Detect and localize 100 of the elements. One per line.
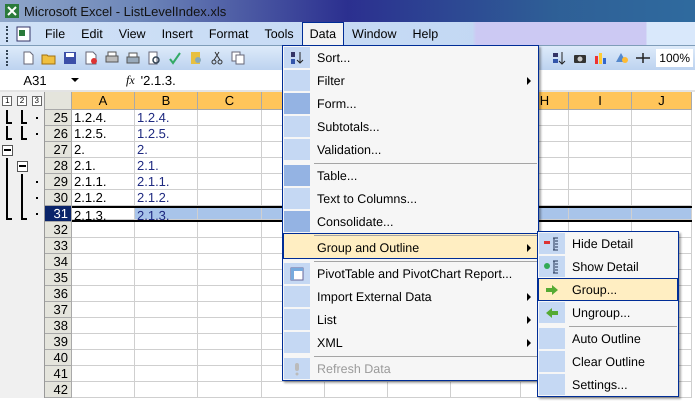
table-cell <box>72 350 135 366</box>
right-arrow-icon <box>546 284 558 294</box>
row-header[interactable]: 39 <box>45 334 72 350</box>
name-box[interactable]: A31 <box>0 72 70 88</box>
table-cell <box>569 174 632 190</box>
save-icon[interactable] <box>62 50 78 66</box>
menu-item[interactable]: XML <box>283 331 538 354</box>
row-header[interactable]: 30 <box>45 190 72 206</box>
table-cell: 2.1. <box>72 158 135 174</box>
column-header[interactable]: C <box>198 92 262 110</box>
menu-item[interactable]: Group and Outline <box>283 233 538 259</box>
function-button[interactable]: fx <box>126 72 135 88</box>
check-icon[interactable] <box>167 50 183 66</box>
row-header[interactable]: 38 <box>45 318 72 334</box>
table-cell: 2.1.2. <box>135 190 198 206</box>
row-header[interactable]: 42 <box>45 382 72 398</box>
table-cell: 1.2.5. <box>135 126 198 142</box>
outline-bracket-end <box>6 122 12 124</box>
table-cell <box>72 318 135 334</box>
table-cell <box>569 126 632 142</box>
detail-row-marker <box>36 117 38 119</box>
menu-item[interactable]: Tools <box>256 22 302 45</box>
borders-icon[interactable] <box>635 50 652 66</box>
table-cell <box>135 366 198 382</box>
row-header[interactable]: 37 <box>45 302 72 318</box>
outline-bracket-end <box>20 138 27 140</box>
outline-level-button[interactable]: 1 <box>2 96 12 106</box>
row-header[interactable]: 26 <box>45 126 72 142</box>
table-cell <box>632 126 692 142</box>
row-header[interactable]: 41 <box>45 366 72 382</box>
print-preview-icon[interactable] <box>146 50 162 66</box>
row-header[interactable]: 36 <box>45 286 72 302</box>
row-header[interactable]: 25 <box>45 110 72 126</box>
cut-icon[interactable] <box>209 50 225 66</box>
menu-item[interactable]: Help <box>404 22 446 45</box>
menu-item[interactable]: Format <box>200 22 256 45</box>
column-header[interactable]: A <box>72 92 135 110</box>
menu-item[interactable]: Import External Data <box>283 285 538 308</box>
outline-level-button[interactable]: 3 <box>32 96 42 106</box>
row-header[interactable]: 31 <box>45 206 72 222</box>
column-header[interactable]: I <box>569 92 632 110</box>
row-header[interactable]: 40 <box>45 350 72 366</box>
row-header[interactable]: 32 <box>45 222 72 238</box>
outline-bracket <box>20 110 23 123</box>
outline-level-button[interactable]: 2 <box>17 96 27 106</box>
minus-icon <box>4 149 11 151</box>
table-cell: 2.1.3. <box>72 208 135 220</box>
table-cell <box>569 208 632 220</box>
submenu-arrow-icon <box>527 76 531 84</box>
document-icon[interactable] <box>83 50 99 66</box>
row-header[interactable]: 28 <box>45 158 72 174</box>
copy-icon[interactable] <box>230 50 246 66</box>
detail-row-marker <box>36 197 38 199</box>
menu-item[interactable]: Group... <box>538 278 678 301</box>
menu-item[interactable]: Show Detail <box>538 255 678 278</box>
row-header[interactable]: 35 <box>45 270 72 286</box>
exclamation-icon <box>294 362 300 376</box>
menu-item[interactable]: Clear Outline <box>538 350 678 373</box>
submenu-arrow-icon <box>527 292 531 300</box>
menu-item[interactable]: Hide Detail <box>538 232 678 255</box>
table-cell <box>135 286 198 302</box>
row-header[interactable]: 27 <box>45 142 72 158</box>
row-header[interactable]: 34 <box>45 254 72 270</box>
menu-item[interactable]: Subtotals... <box>283 115 538 138</box>
menu-item[interactable]: Table... <box>283 161 538 187</box>
menu-item[interactable]: Auto Outline <box>538 324 678 350</box>
dropdown-arrow-icon[interactable] <box>71 78 79 82</box>
menu-item[interactable]: Text to Columns... <box>283 187 538 210</box>
outline-bracket <box>6 110 8 123</box>
menu-item[interactable]: Validation... <box>283 138 538 161</box>
menu-item[interactable]: View <box>110 22 154 45</box>
column-header[interactable]: B <box>135 92 198 110</box>
menu-item[interactable]: Edit <box>73 22 111 45</box>
printer-icon[interactable] <box>125 50 141 66</box>
menu-item[interactable]: PivotTable and PivotChart Report... <box>283 259 538 285</box>
table-cell: 2.1. <box>135 158 198 174</box>
menu-item[interactable]: File <box>37 22 74 45</box>
menu-item[interactable]: Ungroup... <box>538 301 678 324</box>
outline-bracket-end <box>20 218 27 220</box>
table-cell <box>632 158 692 174</box>
menu-item[interactable]: Filter <box>283 69 538 92</box>
table-cell: 1.2.4. <box>135 110 198 126</box>
menu-item[interactable]: Data <box>302 22 344 45</box>
menu-item[interactable]: Settings... <box>538 373 678 396</box>
menu-item[interactable]: List <box>283 308 538 331</box>
formula-field[interactable]: '2.1.3. <box>140 72 176 88</box>
table-cell <box>72 334 135 350</box>
menu-item[interactable]: Sort... <box>283 46 538 69</box>
menu-item[interactable]: Window <box>344 22 404 45</box>
column-header[interactable]: J <box>632 92 692 110</box>
row-header[interactable]: 33 <box>45 238 72 254</box>
collapse-button[interactable] <box>16 160 28 172</box>
zoom-field[interactable]: 100% <box>656 49 693 67</box>
row-header[interactable]: 29 <box>45 174 72 190</box>
menu-item[interactable]: Insert <box>154 22 201 45</box>
collapse-button[interactable] <box>2 144 13 156</box>
menu-item[interactable]: Consolidate... <box>283 210 538 233</box>
document-icon[interactable] <box>15 26 33 42</box>
table-cell: 2.1.1. <box>72 174 135 190</box>
sort-descending-icon[interactable] <box>551 50 568 66</box>
